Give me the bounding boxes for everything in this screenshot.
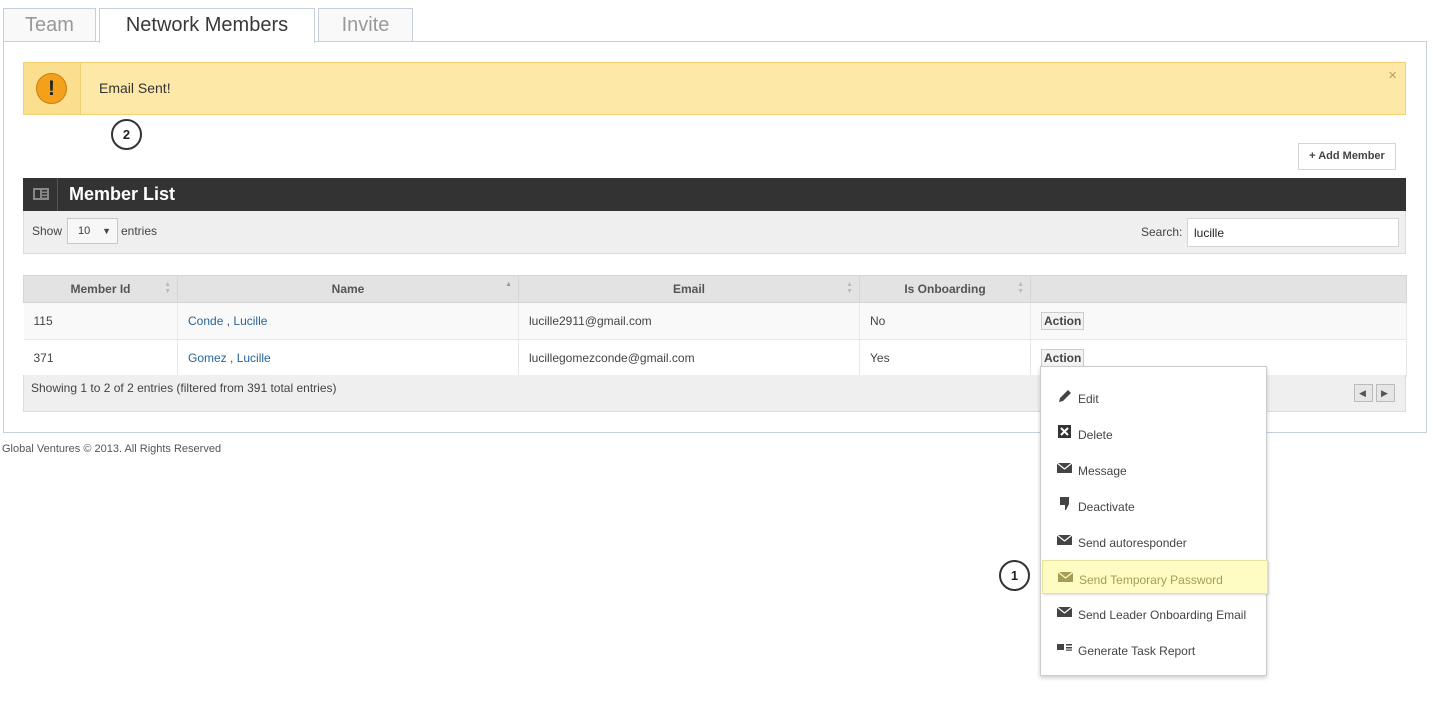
last-name-link[interactable]: Conde	[188, 314, 223, 328]
menu-item-edit[interactable]: Edit	[1042, 380, 1267, 414]
next-page-button[interactable]: ▶	[1376, 384, 1395, 402]
menu-item-deactivate[interactable]: Deactivate	[1042, 488, 1267, 522]
delete-icon	[1058, 425, 1071, 438]
email-cell: lucillegomezconde@gmail.com	[518, 339, 860, 377]
tab-invite[interactable]: Invite	[318, 8, 413, 42]
add-member-button[interactable]: + Add Member	[1298, 143, 1396, 170]
envelope-icon	[1058, 571, 1074, 582]
member-list-header: Member List	[23, 178, 1406, 211]
email-cell: lucille2911@gmail.com	[518, 302, 860, 340]
menu-item-send-leader-onboarding-email[interactable]: Send Leader Onboarding Email	[1042, 596, 1267, 630]
column-header-action	[1030, 275, 1407, 303]
menu-item-generate-task-report[interactable]: Generate Task Report	[1042, 632, 1267, 666]
alert-banner: ! Email Sent! ×	[23, 62, 1406, 115]
action-button[interactable]: Action	[1041, 349, 1085, 367]
sort-icon: ▲ ▼	[164, 281, 171, 295]
search-label: Search:	[1141, 225, 1183, 239]
onboarding-cell: Yes	[859, 339, 1031, 377]
name-cell: Conde , Lucille	[177, 302, 519, 340]
entries-label: entries	[121, 224, 158, 238]
onboarding-cell: No	[859, 302, 1031, 340]
tab-team[interactable]: Team	[3, 8, 96, 42]
envelope-icon	[1057, 606, 1073, 617]
action-dropdown-menu: Edit Delete Message Deactivate Send auto…	[1040, 366, 1268, 676]
sort-asc-icon: ▲ ▼	[505, 281, 512, 295]
column-header-name[interactable]: Name ▲ ▼	[177, 275, 519, 303]
warning-icon: !	[36, 73, 67, 104]
entries-select[interactable]: 10 ▼	[67, 218, 118, 244]
envelope-icon	[1057, 534, 1073, 545]
alert-message: Email Sent!	[99, 80, 171, 96]
envelope-icon	[1057, 462, 1073, 473]
alert-icon-box: !	[24, 63, 81, 114]
thumbs-down-icon	[1060, 497, 1069, 510]
list-header-icon-box	[23, 178, 58, 211]
list-icon	[33, 188, 49, 200]
menu-item-send-temporary-password[interactable]: Send Temporary Password	[1042, 560, 1268, 594]
action-button[interactable]: Action	[1041, 312, 1085, 330]
table-row: 115 Conde , Lucille lucille2911@gmail.co…	[23, 302, 1407, 340]
arrow-right-icon: ▶	[1381, 388, 1388, 398]
member-list-title: Member List	[69, 184, 176, 204]
show-label: Show	[32, 224, 63, 238]
callout-marker-2: 2	[111, 119, 142, 150]
menu-item-delete[interactable]: Delete	[1042, 416, 1267, 450]
first-name-link[interactable]: Lucille	[233, 314, 267, 328]
table-toolbar: Show 10 ▼ entries Search:	[23, 211, 1406, 254]
member-table-wrap: Member Id ▲ ▼ Name ▲ ▼ Email ▲ ▼ Is Onboarding…	[23, 275, 1407, 377]
tab-network-members[interactable]: Network Members	[99, 8, 315, 43]
arrow-left-icon: ◀	[1359, 388, 1366, 398]
tab-bar: Team Network Members Invite	[0, 0, 1433, 43]
menu-item-message[interactable]: Message	[1042, 452, 1267, 486]
pencil-icon	[1059, 390, 1071, 402]
copyright-text: Global Ventures © 2013. All Rights Reser…	[2, 443, 222, 455]
member-id-cell: 115	[23, 302, 178, 340]
last-name-link[interactable]: Gomez	[188, 351, 227, 365]
table-header-row: Member Id ▲ ▼ Name ▲ ▼ Email ▲ ▼ Is Onboarding…	[23, 275, 1407, 303]
entries-select-value: 10	[78, 225, 91, 237]
previous-page-button[interactable]: ◀	[1354, 384, 1373, 402]
menu-item-send-autoresponder[interactable]: Send autoresponder	[1042, 524, 1267, 558]
member-id-cell: 371	[23, 339, 178, 377]
table-info: Showing 1 to 2 of 2 entries (filtered fr…	[31, 381, 337, 395]
first-name-link[interactable]: Lucille	[237, 351, 271, 365]
column-header-member-id[interactable]: Member Id ▲ ▼	[23, 275, 178, 303]
chevron-down-icon: ▼	[102, 226, 111, 236]
report-icon	[1057, 644, 1072, 651]
action-cell: Action	[1030, 302, 1407, 340]
callout-marker-1: 1	[999, 560, 1030, 591]
column-header-is-onboarding[interactable]: Is Onboarding ▲ ▼	[859, 275, 1031, 303]
column-header-email[interactable]: Email ▲ ▼	[518, 275, 860, 303]
sort-icon: ▲ ▼	[1017, 281, 1024, 295]
close-icon[interactable]: ×	[1388, 67, 1397, 84]
member-table: Member Id ▲ ▼ Name ▲ ▼ Email ▲ ▼ Is Onboarding…	[23, 275, 1407, 377]
search-input[interactable]	[1187, 218, 1399, 247]
name-cell: Gomez , Lucille	[177, 339, 519, 377]
sort-icon: ▲ ▼	[846, 281, 853, 295]
